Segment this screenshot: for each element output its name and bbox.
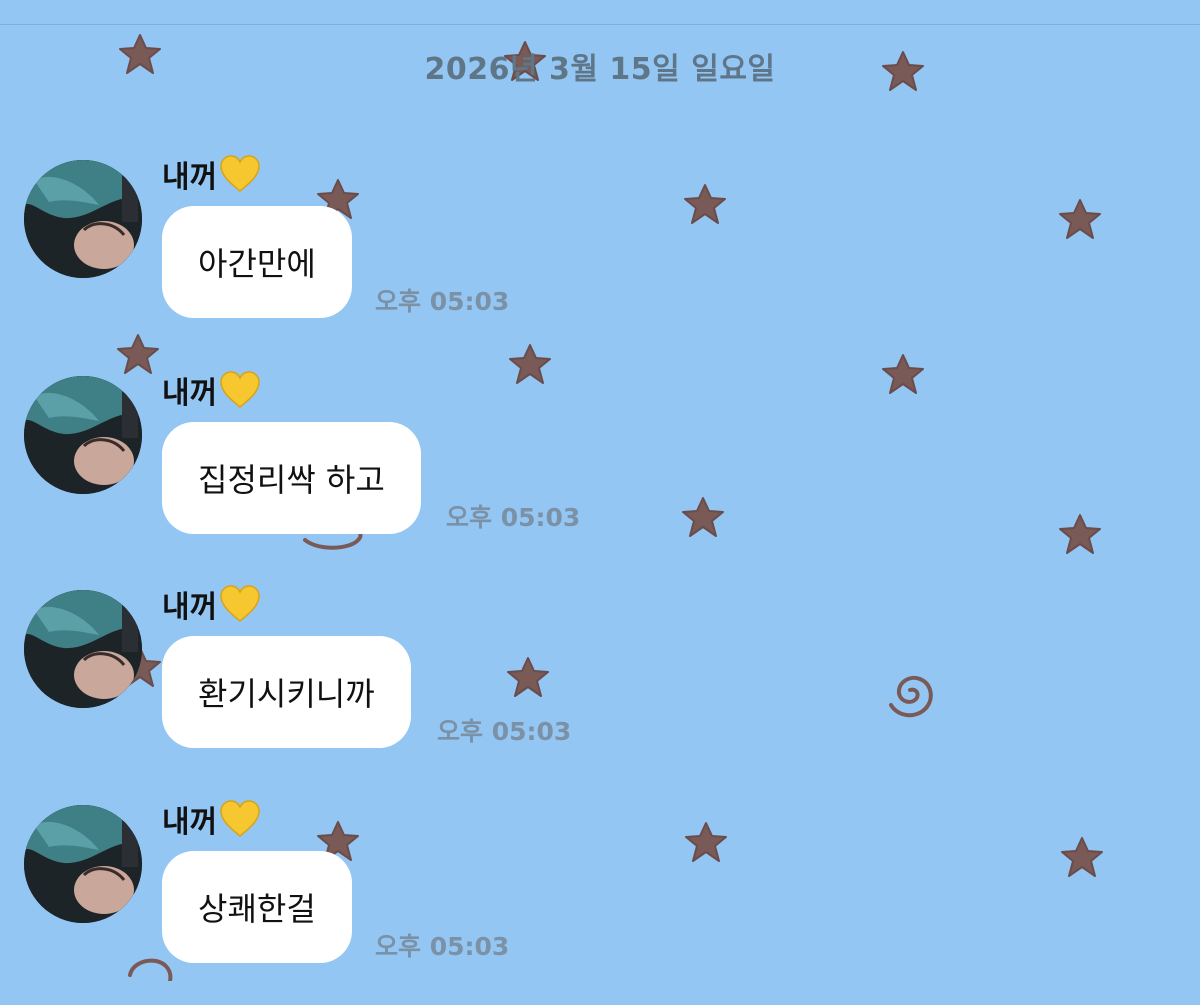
yellow-heart-icon xyxy=(219,370,261,410)
sender-name: 내꺼 xyxy=(162,368,261,412)
message-timestamp: 오후 05:03 xyxy=(437,717,572,746)
chat-message: 내꺼 아간만에 오후 05:03 xyxy=(0,155,1200,360)
sender-name: 내꺼 xyxy=(162,152,261,196)
avatar[interactable] xyxy=(24,805,142,923)
message-bubble[interactable]: 환기시키니까 xyxy=(162,636,411,748)
yellow-heart-icon xyxy=(219,799,261,839)
avatar[interactable] xyxy=(24,160,142,278)
message-bubble[interactable]: 아간만에 xyxy=(162,206,352,318)
message-bubble[interactable]: 상쾌한걸 xyxy=(162,851,352,963)
sender-name-label: 내꺼 xyxy=(162,376,218,411)
message-timestamp: 오후 05:03 xyxy=(375,287,510,316)
yellow-heart-icon xyxy=(219,154,261,194)
chat-message: 내꺼 환기시키니까 오후 05:03 xyxy=(0,585,1200,790)
sender-name-label: 내꺼 xyxy=(162,160,218,195)
date-divider: 2026년 3월 15일 일요일 xyxy=(424,52,776,87)
message-timestamp: 오후 05:03 xyxy=(375,932,510,961)
message-bubble[interactable]: 집정리싹 하고 xyxy=(162,422,421,534)
chat-message: 내꺼 상쾌한걸 오후 05:03 xyxy=(0,800,1200,1005)
avatar[interactable] xyxy=(24,590,142,708)
yellow-heart-icon xyxy=(219,584,261,624)
sender-name: 내꺼 xyxy=(162,582,261,626)
sender-name: 내꺼 xyxy=(162,797,261,841)
sender-name-label: 내꺼 xyxy=(162,590,218,625)
window-top-edge xyxy=(0,0,1200,25)
avatar[interactable] xyxy=(24,376,142,494)
sender-name-label: 내꺼 xyxy=(162,805,218,840)
message-timestamp: 오후 05:03 xyxy=(446,503,581,532)
chat-message: 내꺼 집정리싹 하고 오후 05:03 xyxy=(0,371,1200,576)
